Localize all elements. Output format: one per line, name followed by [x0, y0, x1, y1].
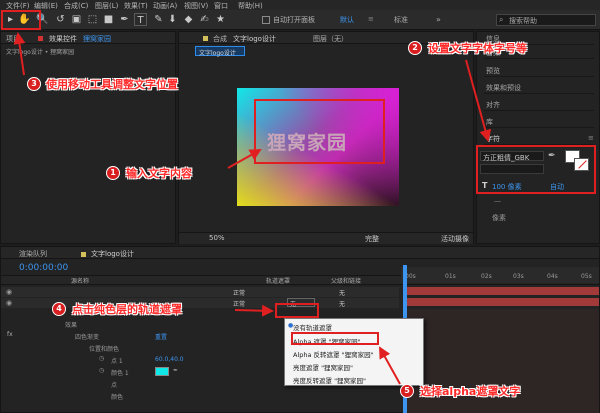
annotation-5: 选择alpha遮罩文字: [420, 385, 521, 398]
badge-5: 5: [400, 384, 414, 398]
arrow-3: [13, 32, 26, 76]
arrow-2: [465, 59, 492, 142]
badge-3: 3: [27, 77, 41, 91]
badge-4: 4: [52, 302, 66, 316]
arrow-1: [227, 149, 262, 169]
annotation-1: 输入文字内容: [126, 167, 192, 180]
annotation-4: 点击纯色层的轨道遮罩: [72, 303, 182, 316]
arrow-4: [234, 304, 274, 317]
annotation-2: 设置文字字体字号等: [428, 42, 527, 55]
annotation-arrows: [13, 32, 492, 385]
badge-2: 2: [408, 41, 422, 55]
badge-1: 1: [106, 166, 120, 180]
arrow-5: [379, 346, 401, 385]
annotation-3: 使用移动工具调整文字位置: [46, 78, 178, 91]
